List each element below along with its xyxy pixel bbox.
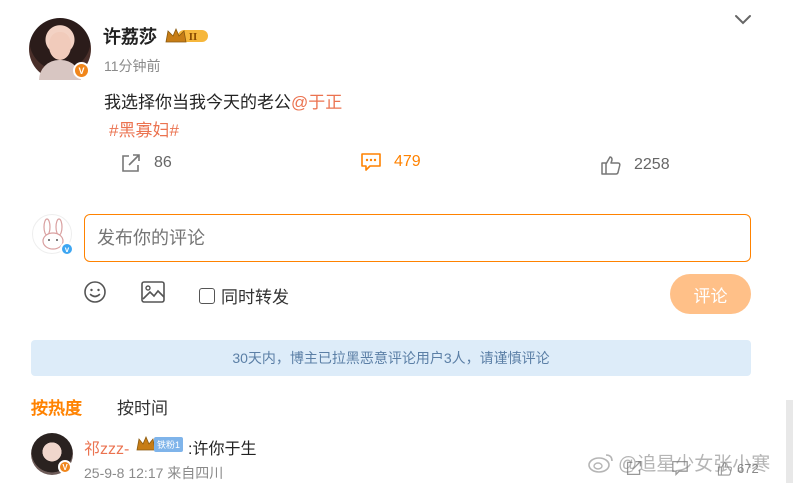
post-content: 我选择你当我今天的老公@于正 bbox=[104, 88, 342, 113]
share-icon bbox=[122, 154, 140, 172]
like-button[interactable]: 2258 bbox=[600, 155, 670, 175]
comment-icon bbox=[361, 153, 381, 171]
commenter-avatar[interactable]: V bbox=[31, 433, 73, 475]
verified-badge-icon: V bbox=[58, 460, 72, 474]
share-count: 86 bbox=[154, 154, 172, 171]
hashtag-link[interactable]: #黑寡妇# bbox=[109, 116, 179, 141]
chevron-down-icon[interactable] bbox=[734, 12, 752, 26]
blocked-users-notice: 30天内，博主已拉黑恶意评论用户3人，请谨慎评论 bbox=[31, 340, 751, 376]
fan-badge: 铁粉1 bbox=[136, 436, 184, 452]
repost-label: 同时转发 bbox=[221, 288, 289, 307]
author-avatar[interactable]: V bbox=[29, 18, 91, 80]
mention-link[interactable]: @于正 bbox=[291, 93, 342, 112]
tab-sort-hot[interactable]: 按热度 bbox=[31, 394, 82, 419]
comment-meta: 25-9-8 12:17 来自四川 bbox=[84, 465, 224, 481]
like-count: 2258 bbox=[634, 156, 670, 173]
thumbs-up-icon bbox=[601, 156, 621, 175]
repost-toggle[interactable]: 同时转发 bbox=[199, 283, 289, 308]
avatar-face bbox=[49, 32, 71, 60]
watermark: @追星少女张小寒 bbox=[588, 449, 770, 476]
comment-input[interactable] bbox=[84, 214, 751, 262]
fan-level-label: 铁粉1 bbox=[154, 436, 184, 452]
share-button[interactable]: 86 bbox=[120, 153, 172, 173]
author-name[interactable]: 许荔莎 bbox=[103, 23, 157, 49]
emoji-icon[interactable] bbox=[83, 280, 107, 304]
tab-sort-time[interactable]: 按时间 bbox=[117, 394, 168, 419]
comment-count: 479 bbox=[394, 153, 421, 170]
image-icon[interactable] bbox=[140, 280, 166, 304]
my-avatar[interactable]: v bbox=[32, 214, 74, 256]
post-text: 我选择你当我今天的老公 bbox=[104, 93, 291, 112]
post-time: 11分钟前 bbox=[104, 58, 161, 74]
scrollbar[interactable] bbox=[786, 400, 793, 483]
watermark-text: @追星少女张小寒 bbox=[618, 454, 771, 475]
verified-blue-icon: v bbox=[60, 242, 74, 256]
weibo-logo-icon bbox=[588, 453, 613, 473]
vip-level: II bbox=[189, 33, 197, 43]
crown-icon bbox=[136, 436, 156, 451]
vip-crown-icon: II bbox=[165, 27, 208, 43]
repost-checkbox[interactable] bbox=[199, 287, 215, 304]
comment-button[interactable]: 479 bbox=[360, 152, 421, 172]
commenter-name[interactable]: 祁zzz- bbox=[84, 435, 129, 459]
verified-badge-icon: V bbox=[73, 62, 90, 79]
comment-text: :许你于生 bbox=[188, 441, 257, 458]
submit-comment-button[interactable]: 评论 bbox=[670, 274, 751, 314]
